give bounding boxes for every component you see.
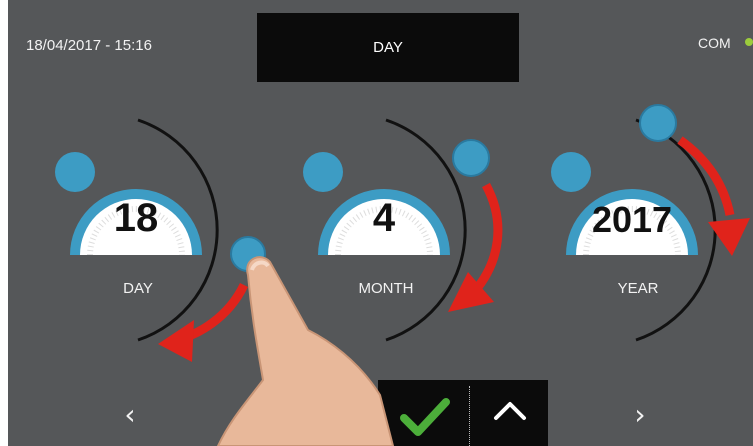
dial-year-value: 2017 [591, 199, 673, 240]
dial-month-arrow [470, 182, 503, 295]
dial-year-badge [551, 152, 591, 192]
dial-day-knob[interactable] [230, 236, 266, 272]
dial-day-badge [55, 152, 95, 192]
dial-day-label: DAY [123, 280, 153, 297]
dial-year-label: YEAR [617, 280, 659, 297]
dial-month-value: 4 [372, 196, 396, 240]
dial-year-knob[interactable] [639, 104, 677, 142]
chevron-up-icon [494, 402, 526, 420]
device-screen: 18/04/2017 - 15:16 DAY COM 18 4 2017 DAY… [8, 0, 753, 446]
check-icon [400, 398, 450, 436]
dial-month-label: MONTH [358, 280, 414, 297]
up-button[interactable] [492, 398, 528, 422]
bottom-bar-divider [469, 386, 470, 446]
dial-day[interactable] [55, 118, 266, 362]
prev-button[interactable]: ‹ [110, 398, 150, 431]
chevron-right-icon: › [634, 398, 646, 431]
dial-day-value: 18 [113, 196, 159, 240]
next-button[interactable]: › [620, 398, 660, 431]
dial-month-badge [303, 152, 343, 192]
confirm-button[interactable] [400, 398, 450, 438]
chevron-left-icon: ‹ [124, 398, 136, 431]
dial-month-knob[interactable] [452, 139, 490, 177]
